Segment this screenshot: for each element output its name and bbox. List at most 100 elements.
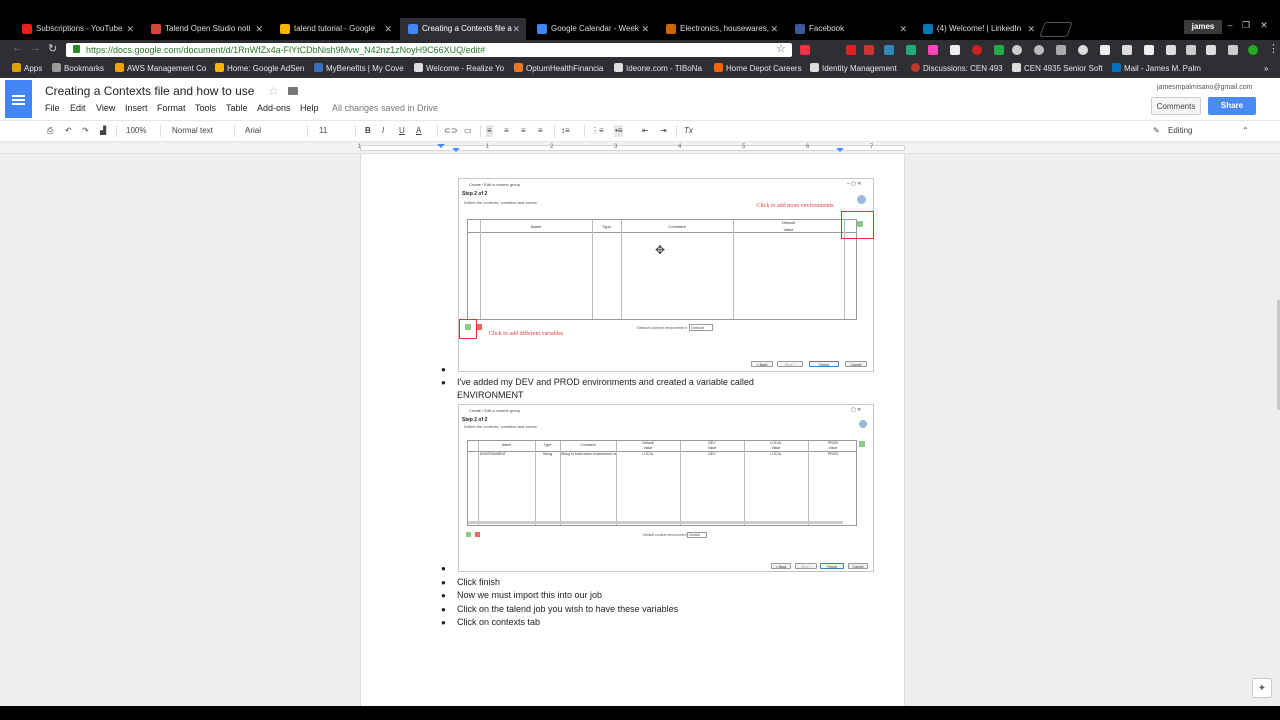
cell-local[interactable]: LOCAL <box>744 452 808 456</box>
bookmark-identity[interactable]: Identity Management <box>810 62 897 76</box>
extension-icon[interactable] <box>1144 45 1154 55</box>
back-icon[interactable]: ← <box>12 42 23 54</box>
extension-icon[interactable] <box>1248 45 1258 55</box>
bookmark-apps[interactable]: Apps <box>12 62 42 76</box>
cell-prod[interactable]: PROD <box>808 452 858 456</box>
bookmark-folder[interactable]: Bookmarks <box>52 62 104 76</box>
tab-electronics[interactable]: Electronics, housewares, ✕ <box>658 18 784 40</box>
line-spacing-icon[interactable]: ↕≡ <box>561 125 570 137</box>
menu-table[interactable]: Table <box>226 103 248 113</box>
bookmark-cen4935[interactable]: CEN 4935 Senior Soft <box>1012 62 1103 76</box>
bookmark-realize[interactable]: Welcome - Realize Yo <box>414 62 504 76</box>
extension-icon[interactable] <box>1034 45 1044 55</box>
tab-gmail[interactable]: Talend Open Studio noti ✕ <box>143 18 269 40</box>
remove-variable-icon[interactable] <box>475 532 480 537</box>
align-left-icon[interactable]: ≡ <box>486 125 493 137</box>
folder-icon[interactable] <box>288 87 298 95</box>
finish-button[interactable]: Finish <box>820 563 844 569</box>
list-item[interactable]: Click on contexts tab <box>457 616 797 629</box>
bulleted-list-icon[interactable]: •≡ <box>614 125 624 137</box>
extension-icon[interactable] <box>864 45 874 55</box>
extension-icon[interactable] <box>1206 45 1216 55</box>
list-item[interactable]: I've added my DEV and PROD environments … <box>457 376 797 402</box>
tab-youtube[interactable]: Subscriptions - YouTube ✕ <box>14 18 140 40</box>
add-environment-icon[interactable] <box>859 441 865 447</box>
extension-icon[interactable] <box>884 45 894 55</box>
extension-icon[interactable] <box>1012 45 1022 55</box>
cell-type[interactable]: String <box>535 452 560 456</box>
menu-view[interactable]: View <box>96 103 115 113</box>
comment-icon[interactable]: ▭ <box>464 125 472 137</box>
menu-addons[interactable]: Add-ons <box>257 103 291 113</box>
cancel-button[interactable]: Cancel <box>845 361 867 367</box>
camera-icon[interactable] <box>1056 45 1066 55</box>
reload-icon[interactable]: ↻ <box>48 42 57 55</box>
account-email[interactable]: jamesmpalmisano@gmail.com <box>1157 84 1252 91</box>
drive-extension-icon[interactable] <box>906 45 916 55</box>
back-button[interactable]: < Back <box>771 563 791 569</box>
close-icon[interactable]: ✕ <box>770 18 778 40</box>
new-tab-button[interactable] <box>1039 22 1073 37</box>
tab-google-calendar[interactable]: Google Calendar - Week ✕ <box>529 18 655 40</box>
print-icon[interactable]: ⎙ <box>47 125 53 137</box>
extension-icon[interactable] <box>1122 45 1132 55</box>
close-icon[interactable]: ✕ <box>384 18 392 40</box>
bookmark-home-depot[interactable]: Home Depot Careers <box>714 62 802 76</box>
close-icon[interactable]: ✕ <box>641 18 649 40</box>
clear-formatting-icon[interactable]: Tx <box>684 125 693 137</box>
zoom-select[interactable]: 100% <box>126 125 146 137</box>
close-icon[interactable]: ✕ <box>512 18 520 40</box>
decrease-indent-icon[interactable]: ⇤ <box>642 125 649 137</box>
bookmarks-overflow-icon[interactable]: » <box>1264 62 1268 76</box>
table-scrollbar[interactable] <box>468 521 843 524</box>
chrome-menu-icon[interactable]: ⋮ <box>1268 42 1279 55</box>
bold-icon[interactable]: B <box>365 125 371 137</box>
minimize-icon[interactable]: – <box>1222 20 1238 30</box>
extension-icon[interactable] <box>1078 45 1088 55</box>
profile-button[interactable]: james <box>1184 20 1222 34</box>
indent-marker[interactable] <box>452 148 460 152</box>
extension-icon[interactable] <box>928 45 938 55</box>
close-icon[interactable]: ✕ <box>1027 18 1035 40</box>
menu-edit[interactable]: Edit <box>70 103 86 113</box>
bookmark-discussions[interactable]: Discussions: CEN 493 <box>911 62 1003 76</box>
font-size-select[interactable]: 11 <box>319 125 327 137</box>
mode-select[interactable]: Editing <box>1168 125 1192 137</box>
forward-icon[interactable]: → <box>30 42 41 54</box>
share-button[interactable]: Share <box>1208 97 1256 115</box>
add-variable-icon[interactable] <box>466 532 471 537</box>
font-select[interactable]: Arial <box>245 125 261 137</box>
extension-icon[interactable] <box>1186 45 1196 55</box>
extension-icon[interactable] <box>800 45 810 55</box>
save-status[interactable]: All changes saved in Drive <box>332 103 438 113</box>
bookmark-star-icon[interactable]: ☆ <box>776 42 786 55</box>
extension-icon[interactable] <box>994 45 1004 55</box>
extension-icon[interactable] <box>972 45 982 55</box>
close-icon[interactable]: ✕ <box>899 18 907 40</box>
next-button[interactable]: Next > <box>777 361 803 367</box>
menu-format[interactable]: Format <box>157 103 186 113</box>
bookmark-aws[interactable]: AWS Management Co <box>115 62 206 76</box>
close-icon[interactable]: ✕ <box>255 18 263 40</box>
style-select[interactable]: Normal text <box>172 125 213 137</box>
cancel-button[interactable]: Cancel <box>848 563 868 569</box>
list-item[interactable]: Now we must import this into our job <box>457 589 797 602</box>
bookmark-optum[interactable]: OptumHealthFinancia <box>514 62 603 76</box>
extension-icon[interactable] <box>950 45 960 55</box>
docs-home-icon[interactable] <box>5 80 32 118</box>
embedded-screenshot-context-wizard[interactable]: Create / Edit a context group – ▢ ✕ Step… <box>458 178 874 372</box>
next-button[interactable]: Next > <box>795 563 817 569</box>
bookmark-ideone[interactable]: Ideone.com - TIBoNa <box>614 62 702 76</box>
menu-insert[interactable]: Insert <box>125 103 148 113</box>
indent-marker[interactable] <box>437 144 445 148</box>
justify-icon[interactable]: ≡ <box>538 125 543 137</box>
align-right-icon[interactable]: ≡ <box>521 125 526 137</box>
bookmark-mail[interactable]: Mail - James M. Palm <box>1112 62 1201 76</box>
menu-file[interactable]: File <box>45 103 60 113</box>
back-button[interactable]: < Back <box>751 361 773 367</box>
explore-icon[interactable]: ✦ <box>1252 678 1272 698</box>
collapse-menus-icon[interactable]: ⌃ <box>1242 125 1249 137</box>
align-center-icon[interactable]: ≡ <box>504 125 509 137</box>
redo-icon[interactable]: ↷ <box>82 125 89 137</box>
list-item[interactable]: Click finish <box>457 576 797 589</box>
